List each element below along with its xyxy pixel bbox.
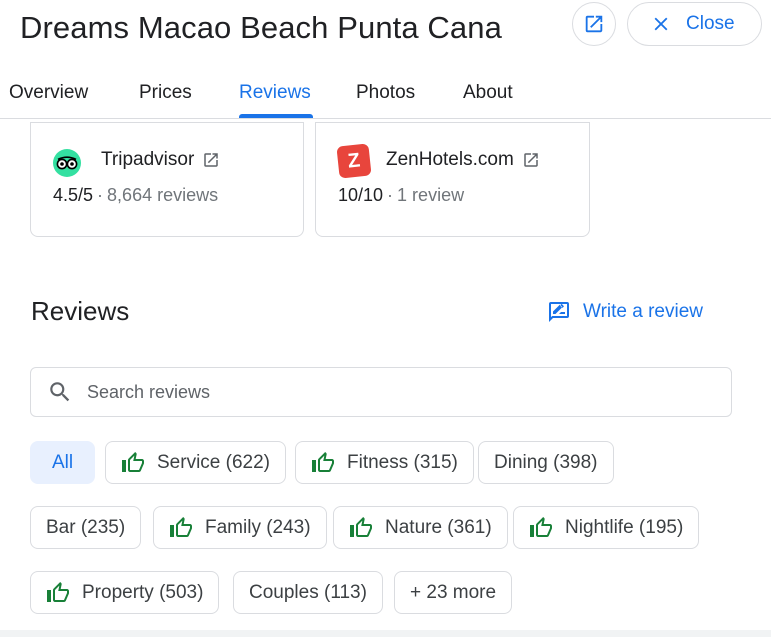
rating-separator: · [97, 185, 104, 205]
active-tab-indicator [239, 114, 313, 118]
rating-separator: · [387, 185, 394, 205]
chip-service[interactable]: Service (622) [105, 441, 286, 484]
review-count: 1 review [397, 185, 465, 205]
rating-score: 4.5/5 [53, 185, 94, 205]
source-rating: 10/10 · 1 review [338, 185, 464, 206]
tab-about[interactable]: About [463, 82, 513, 104]
thumb-up-icon [529, 516, 553, 540]
review-count: 8,664 reviews [107, 185, 219, 205]
tab-prices[interactable]: Prices [139, 82, 192, 104]
search-reviews-box[interactable] [30, 367, 732, 417]
close-icon [650, 13, 672, 35]
bottom-divider [0, 630, 771, 637]
chip-family[interactable]: Family (243) [153, 506, 327, 549]
chip-label: Dining (398) [494, 451, 598, 473]
external-link-icon [202, 151, 220, 169]
chip-label: Family (243) [205, 516, 311, 538]
zenhotels-logo-letter: Z [346, 148, 362, 173]
rating-score: 10/10 [338, 185, 384, 205]
source-name-label: ZenHotels.com [386, 149, 514, 170]
source-card-tripadvisor[interactable]: Tripadvisor 4.5/5 · 8,664 reviews [30, 122, 304, 237]
open-in-new-icon [583, 13, 605, 35]
source-card-zenhotels[interactable]: Z ZenHotels.com 10/10 · 1 review [315, 122, 590, 237]
chip-label: Couples (113) [249, 581, 367, 603]
chip-label: Service (622) [157, 451, 270, 473]
chip-label: Nightlife (195) [565, 516, 684, 538]
thumb-up-icon [311, 451, 335, 475]
thumb-up-icon [169, 516, 193, 540]
close-button[interactable]: Close [627, 2, 762, 46]
thumb-up-icon [121, 451, 145, 475]
chip-label: Property (503) [82, 581, 204, 603]
reviews-heading: Reviews [31, 296, 130, 326]
chip-label: Fitness (315) [347, 451, 458, 473]
chip-label: All [51, 451, 74, 473]
chip-nightlife[interactable]: Nightlife (195) [513, 506, 700, 549]
chip-all[interactable]: All [30, 441, 95, 484]
tab-overview[interactable]: Overview [9, 82, 88, 104]
write-review-button[interactable]: Write a review [547, 300, 703, 324]
tab-bar: Overview Prices Reviews Photos About [0, 70, 771, 119]
tripadvisor-logo-icon [53, 149, 81, 177]
source-name: Tripadvisor [101, 149, 220, 171]
write-review-label: Write a review [583, 301, 704, 322]
thumb-up-icon [46, 581, 70, 605]
close-label: Close [686, 13, 735, 34]
search-reviews-input[interactable] [87, 381, 687, 403]
page-title: Dreams Macao Beach Punta Cana [20, 10, 502, 45]
external-link-icon [522, 151, 540, 169]
chip-bar[interactable]: Bar (235) [30, 506, 142, 549]
chip-label: Nature (361) [385, 516, 492, 538]
chip-label: + 23 more [410, 581, 497, 603]
tab-reviews[interactable]: Reviews [239, 82, 311, 104]
rate-review-icon [547, 300, 571, 324]
chip-couples[interactable]: Couples (113) [233, 571, 383, 614]
open-in-new-button[interactable] [572, 2, 616, 46]
chip-label: Bar (235) [46, 516, 126, 538]
search-icon [47, 379, 73, 405]
chip-more[interactable]: + 23 more [394, 571, 513, 614]
thumb-up-icon [349, 516, 373, 540]
chip-property[interactable]: Property (503) [30, 571, 220, 614]
tab-photos[interactable]: Photos [356, 82, 415, 104]
source-rating: 4.5/5 · 8,664 reviews [53, 185, 218, 206]
source-name-label: Tripadvisor [101, 149, 195, 170]
chip-fitness[interactable]: Fitness (315) [295, 441, 474, 484]
chip-nature[interactable]: Nature (361) [333, 506, 508, 549]
zenhotels-logo-icon: Z [336, 143, 372, 179]
source-name: ZenHotels.com [386, 149, 540, 171]
chip-dining[interactable]: Dining (398) [478, 441, 614, 484]
